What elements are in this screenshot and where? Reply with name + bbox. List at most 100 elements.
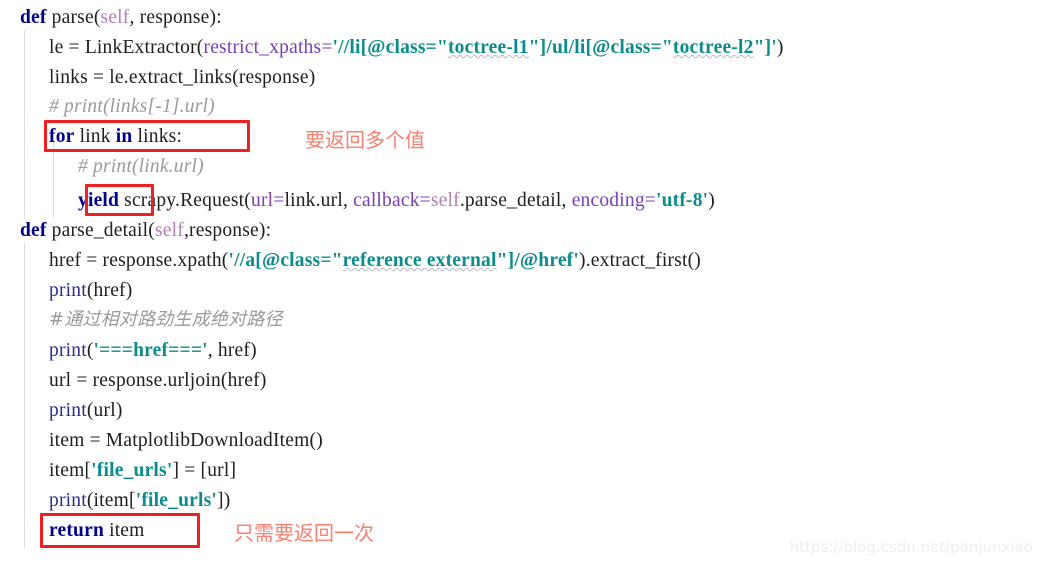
code-token: ( bbox=[86, 400, 94, 421]
code-token: self bbox=[100, 7, 130, 28]
code-token: callback bbox=[353, 190, 420, 211]
code-token: href = response.xpath bbox=[49, 250, 222, 271]
code-token: ) bbox=[259, 370, 267, 391]
code-token: ) bbox=[125, 280, 133, 301]
code-token: = bbox=[273, 190, 285, 211]
code-token: ) bbox=[578, 250, 586, 271]
code-line-1: def parse(self, response): bbox=[0, 3, 1041, 33]
code-token: self bbox=[430, 190, 460, 211]
code-line-3: links = le.extract_links(response) bbox=[0, 63, 1041, 93]
code-token: item bbox=[49, 460, 85, 481]
code-token: url bbox=[207, 460, 230, 481]
code-token: ( bbox=[196, 37, 204, 58]
code-token: ( bbox=[93, 7, 101, 28]
code-token: 'file_urls' bbox=[135, 490, 217, 511]
code-token: = bbox=[419, 190, 431, 211]
code-token: parse bbox=[51, 7, 94, 28]
code-token: url bbox=[251, 190, 274, 211]
code-token: def bbox=[20, 220, 47, 241]
code-token: # print(links[-1].url) bbox=[49, 96, 215, 117]
code-token: link.url bbox=[284, 190, 343, 211]
code-token: response bbox=[238, 67, 309, 88]
code-token: = bbox=[644, 190, 656, 211]
code-token: , bbox=[129, 7, 140, 28]
code-token: links = le.extract_links bbox=[49, 67, 233, 88]
code-token: print bbox=[49, 400, 87, 421]
code-token: toctree-l2 bbox=[672, 37, 754, 58]
code-line-11: #通过相对路劲生成绝对路径 bbox=[0, 305, 1041, 335]
code-token: 'utf-8' bbox=[655, 190, 709, 211]
code-line-17: print(item['file_urls']) bbox=[0, 486, 1041, 516]
code-token: ( bbox=[220, 370, 228, 391]
code-token: , href bbox=[207, 340, 251, 361]
code-line-14: print(url) bbox=[0, 396, 1041, 426]
code-token: () bbox=[687, 250, 701, 271]
code-token: = bbox=[321, 37, 333, 58]
code-token: response bbox=[189, 220, 259, 241]
code-token: self bbox=[154, 220, 184, 241]
code-token: ): bbox=[258, 220, 272, 241]
code-line-9: href = response.xpath('//a[@class="refer… bbox=[0, 246, 1041, 276]
code-token: le = LinkExtractor bbox=[49, 37, 197, 58]
code-token: print bbox=[49, 340, 87, 361]
code-token: encoding bbox=[571, 190, 645, 211]
code-token: # print(link.url) bbox=[78, 156, 204, 177]
code-token: url bbox=[93, 400, 116, 421]
yield-keyword-highlight bbox=[85, 184, 154, 216]
code-token: ) bbox=[250, 340, 257, 361]
code-token: def bbox=[20, 7, 47, 28]
annotation-note-2: 只需要返回一次 bbox=[234, 521, 374, 545]
code-token: ) bbox=[776, 37, 784, 58]
code-token: () bbox=[309, 430, 323, 451]
code-token: print bbox=[49, 280, 87, 301]
code-token: parse_detail bbox=[51, 220, 149, 241]
for-loop-highlight bbox=[44, 120, 250, 152]
code-line-8: def parse_detail(self,response): bbox=[0, 216, 1041, 246]
code-token: ]) bbox=[217, 490, 231, 511]
code-line-15: item = MatplotlibDownloadItem() bbox=[0, 426, 1041, 456]
code-token: , bbox=[342, 190, 354, 211]
code-token: "]/@href' bbox=[496, 250, 579, 271]
code-token: ] = [ bbox=[172, 460, 208, 481]
code-token: .extract_first bbox=[585, 250, 688, 271]
code-token: ( bbox=[86, 340, 94, 361]
code-line-2: le = LinkExtractor(restrict_xpaths='//li… bbox=[0, 33, 1041, 63]
code-snippet-surface: def parse(self, response): le = LinkExtra… bbox=[0, 0, 1041, 566]
code-line-16: item['file_urls'] = [url] bbox=[0, 456, 1041, 486]
code-token: , bbox=[561, 190, 572, 211]
code-line-10: print(href) bbox=[0, 276, 1041, 306]
code-token: ( bbox=[86, 490, 94, 511]
code-line-7: yield scrapy.Request(url=link.url, callb… bbox=[0, 186, 1041, 216]
code-token: response bbox=[139, 7, 210, 28]
code-token: #通过相对路劲生成绝对路径 bbox=[49, 309, 283, 330]
annotation-note-1: 要返回多个值 bbox=[305, 128, 425, 152]
code-token: "]' bbox=[753, 37, 777, 58]
code-line-13: url = response.urljoin(href) bbox=[0, 366, 1041, 396]
code-token: "]/ul/li[@class=" bbox=[528, 37, 673, 58]
code-token: reference external bbox=[342, 250, 497, 271]
code-token: href bbox=[93, 280, 126, 301]
code-token: toctree-l1 bbox=[447, 37, 529, 58]
code-line-12: print('===href===', href) bbox=[0, 336, 1041, 366]
code-token: href bbox=[227, 370, 260, 391]
code-token: 'file_urls' bbox=[91, 460, 173, 481]
code-token: ( bbox=[232, 67, 239, 88]
code-token: '//a[@class=" bbox=[228, 250, 343, 271]
code-token: ( bbox=[244, 190, 251, 211]
return-statement-highlight bbox=[40, 513, 200, 548]
code-token: ( bbox=[148, 220, 155, 241]
code-token: item bbox=[93, 490, 130, 511]
code-token: [ bbox=[129, 490, 136, 511]
code-token: ] bbox=[229, 460, 237, 481]
code-token: ) bbox=[708, 190, 715, 211]
code-line-6: # print(link.url) bbox=[0, 152, 1041, 182]
code-token: .parse_detail bbox=[459, 190, 562, 211]
code-token: '//li[@class=" bbox=[332, 37, 448, 58]
code-token: item = MatplotlibDownloadItem bbox=[49, 430, 310, 451]
site-watermark: https://blog.csdn.net/panjunxiao bbox=[789, 538, 1033, 556]
code-token: print bbox=[49, 490, 87, 511]
code-token: ( bbox=[86, 280, 94, 301]
code-token: ) bbox=[308, 67, 316, 88]
code-line-4: # print(links[-1].url) bbox=[0, 92, 1041, 122]
code-token: restrict_xpaths bbox=[203, 37, 322, 58]
